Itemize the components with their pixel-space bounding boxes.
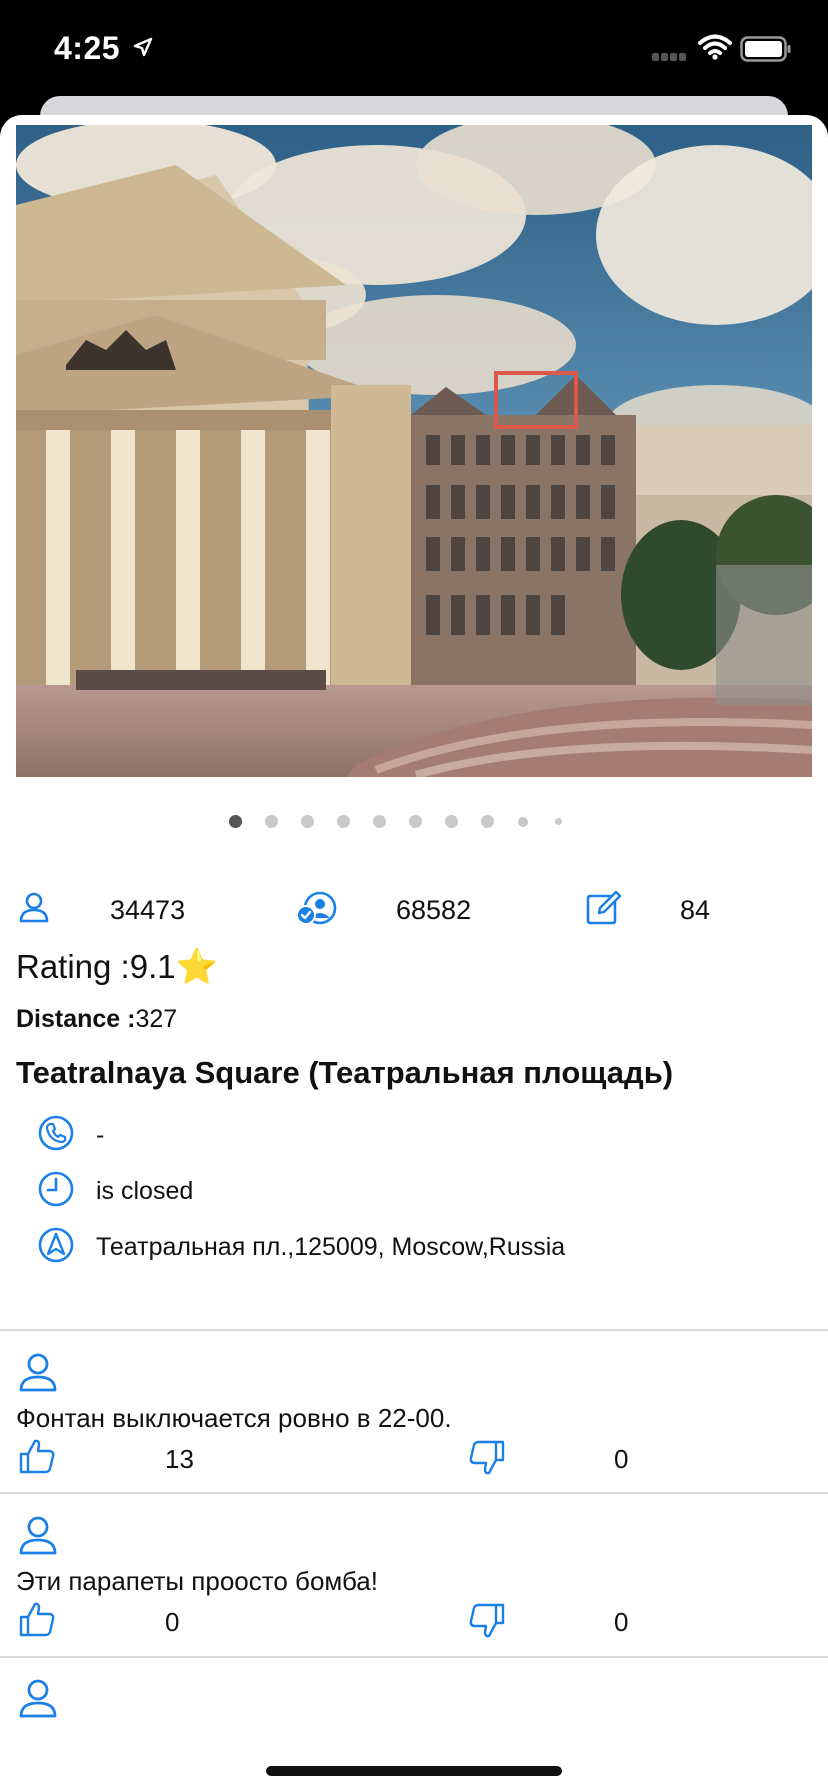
divider — [0, 1656, 828, 1658]
distance-label: Distance : — [16, 1005, 136, 1033]
battery-icon — [740, 36, 792, 67]
place-title: Teatralnaya Square (Театральная площадь) — [16, 1055, 674, 1090]
wifi-icon — [698, 34, 732, 65]
place-detail-sheet: 34473 68582 84 Rating :9.1⭐ Distance :32… — [0, 115, 828, 1792]
rating-label: Rating : — [16, 948, 130, 985]
comment-text: Эти парапеты проосто бомба! — [16, 1566, 378, 1596]
address-text: Театральная пл.,125009, Moscow,Russia — [96, 1233, 566, 1261]
divider — [0, 1329, 828, 1331]
dislikes-count: 0 — [614, 1607, 629, 1637]
user-avatar-icon — [18, 1678, 58, 1723]
visitors-count: 34473 — [110, 895, 186, 925]
user-avatar-icon — [18, 1515, 58, 1560]
page-dot[interactable] — [555, 818, 562, 825]
dislikes-count: 0 — [614, 1444, 629, 1474]
likes-count: 13 — [165, 1444, 194, 1474]
phone-icon — [38, 1115, 74, 1156]
navigation-arrow-icon — [38, 1227, 74, 1268]
home-indicator[interactable] — [266, 1766, 562, 1776]
checked-in-user-icon — [296, 891, 338, 930]
gallery-page-indicator[interactable] — [0, 815, 828, 835]
thumbs-up-icon[interactable] — [18, 1600, 56, 1643]
page-dot[interactable] — [337, 815, 350, 828]
divider — [0, 1492, 828, 1494]
rating-value: 9.1 — [129, 948, 176, 985]
rating-line: Rating :9.1⭐ — [16, 947, 218, 987]
thumbs-down-icon[interactable] — [468, 1602, 506, 1645]
clock-icon — [38, 1171, 74, 1212]
place-photo[interactable] — [16, 125, 812, 777]
thumbs-up-icon[interactable] — [18, 1437, 56, 1480]
distance-line: Distance :327 — [16, 1005, 177, 1034]
page-dot[interactable] — [518, 817, 528, 827]
thumbs-down-icon[interactable] — [468, 1439, 506, 1482]
checkins-count: 68582 — [396, 895, 472, 925]
page-dot[interactable] — [373, 815, 386, 828]
likes-count: 0 — [165, 1607, 180, 1637]
distance-value: 327 — [135, 1005, 178, 1033]
opening-hours: is closed — [96, 1177, 194, 1205]
stats-row: 34473 68582 84 — [0, 885, 828, 935]
page-dot[interactable] — [409, 815, 422, 828]
location-arrow-icon — [133, 37, 153, 62]
status-time: 4:25 — [54, 30, 121, 66]
page-dot[interactable] — [481, 815, 494, 828]
comment-text: Фонтан выключается ровно в 22-00. — [16, 1403, 452, 1433]
page-dot[interactable] — [301, 815, 314, 828]
status-bar: 4:25 — [0, 0, 828, 100]
phone-number: - — [96, 1121, 105, 1149]
cellular-signal-icon — [652, 48, 688, 66]
star-icon: ⭐ — [175, 948, 218, 986]
visitors-person-icon — [18, 891, 50, 928]
page-dot[interactable] — [445, 815, 458, 828]
page-dot-active[interactable] — [229, 815, 242, 828]
edit-review-icon — [586, 890, 622, 930]
user-avatar-icon — [18, 1352, 58, 1397]
page-dot[interactable] — [265, 815, 278, 828]
reviews-count: 84 — [680, 895, 711, 925]
